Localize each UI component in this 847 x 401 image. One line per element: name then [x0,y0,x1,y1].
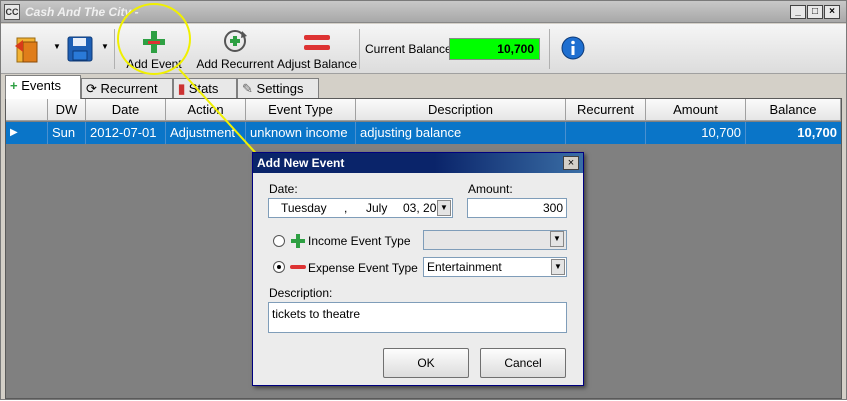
date-picker[interactable]: Tuesday , July 03, 2012 ▼ [268,198,453,218]
add-recurrent-label: Add Recurrent [196,57,274,71]
maximize-button[interactable]: □ [807,5,823,19]
row-header-corner [6,99,48,121]
close-button[interactable]: × [824,5,840,19]
open-folder-icon [15,37,38,63]
toolbar-separator [359,29,360,69]
income-radio[interactable] [273,235,285,247]
adjust-balance-label: Adjust Balance [277,57,358,71]
cell-description[interactable]: adjusting balance [356,122,566,144]
adjust-balance-icon [304,35,330,50]
minimize-button[interactable]: _ [790,5,806,19]
save-button[interactable] [63,24,97,74]
save-dropdown-icon[interactable]: ▼ [101,42,109,51]
column-header-description[interactable]: Description [356,99,566,121]
open-button[interactable] [7,24,47,74]
income-event-type-label: Income Event Type [308,234,411,248]
recurrent-cycle-icon [224,30,247,52]
tab-settings-label: Settings [256,81,304,96]
column-header-dw[interactable]: DW [48,99,86,121]
tab-events-label: Events [21,78,61,93]
amount-field[interactable]: 300 [467,198,567,218]
date-month: July [366,201,388,215]
tab-stats[interactable]: ▮ Stats [173,78,237,99]
recurrent-icon: ⟳ [86,81,97,96]
add-event-highlight [117,3,191,75]
stats-icon: ▮ [178,81,186,96]
column-header-balance[interactable]: Balance [746,99,841,121]
expense-radio[interactable] [273,261,285,273]
open-dropdown-icon[interactable]: ▼ [53,42,61,51]
column-header-date[interactable]: Date [86,99,166,121]
tab-events[interactable]: + Events [5,75,81,99]
events-icon: + [10,78,18,93]
column-header-action[interactable]: Action [166,99,246,121]
expense-event-type-value: Entertainment [427,260,502,274]
column-header-amount[interactable]: Amount [646,99,746,121]
toolbar-separator [114,29,115,69]
tab-settings[interactable]: ✎ Settings [237,78,319,99]
cancel-button[interactable]: Cancel [480,348,566,378]
add-recurrent-button[interactable]: Add Recurrent [195,24,275,74]
cell-event-type[interactable]: unknown income [246,122,356,144]
minus-icon [290,265,306,269]
cell-balance[interactable]: 10,700 [746,122,841,144]
cell-recurrent[interactable] [566,122,646,144]
toolbar-separator [549,29,550,69]
dialog-close-button[interactable]: × [563,156,579,170]
info-button[interactable] [557,24,589,74]
main-window: CC Cash And The City - _ □ × ▼ ▼ Add Eve… [0,0,847,400]
column-header-event-type[interactable]: Event Type [246,99,356,121]
cell-dw[interactable]: Sun [48,122,86,144]
plus-icon [291,234,305,248]
floppy-disk-icon [67,36,93,62]
column-header-recurrent[interactable]: Recurrent [566,99,646,121]
tab-recurrent-label: Recurrent [100,81,158,96]
ok-button[interactable]: OK [383,348,469,378]
current-balance-label: Current Balance: [365,42,456,56]
window-title: Cash And The City - [25,5,139,19]
expense-event-type-label: Expense Event Type [308,261,418,275]
cell-amount[interactable]: 10,700 [646,122,746,144]
dialog-title: Add New Event [253,153,583,173]
adjust-balance-button[interactable]: Adjust Balance [277,24,357,74]
tab-stats-label: Stats [188,81,219,96]
settings-icon: ✎ [242,81,253,96]
tab-strip: + Events ⟳ Recurrent ▮ Stats ✎ Settings [1,75,846,99]
description-field[interactable]: tickets to theatre [268,302,567,333]
expense-dropdown-icon[interactable]: ▼ [551,259,565,275]
date-weekday: Tuesday [281,201,327,215]
amount-label: Amount: [468,182,513,196]
cell-date[interactable]: 2012-07-01 [86,122,166,144]
tab-recurrent[interactable]: ⟳ Recurrent [81,78,173,99]
add-new-event-dialog: Add New Event × Date: Tuesday , July 03,… [252,152,584,386]
current-balance-value: 10,700 [449,38,540,60]
date-separator: , [344,201,348,215]
row-selector-icon[interactable]: ▶ [6,122,48,144]
expense-event-type-select[interactable]: Entertainment ▼ [423,257,567,277]
date-label: Date: [269,182,298,196]
date-dropdown-icon[interactable]: ▼ [437,200,451,216]
income-dropdown-icon[interactable]: ▼ [550,231,564,247]
description-label: Description: [269,286,333,300]
cell-action[interactable]: Adjustment [166,122,246,144]
app-icon: CC [4,4,20,20]
income-event-type-select[interactable] [423,230,567,250]
info-icon [561,36,585,60]
